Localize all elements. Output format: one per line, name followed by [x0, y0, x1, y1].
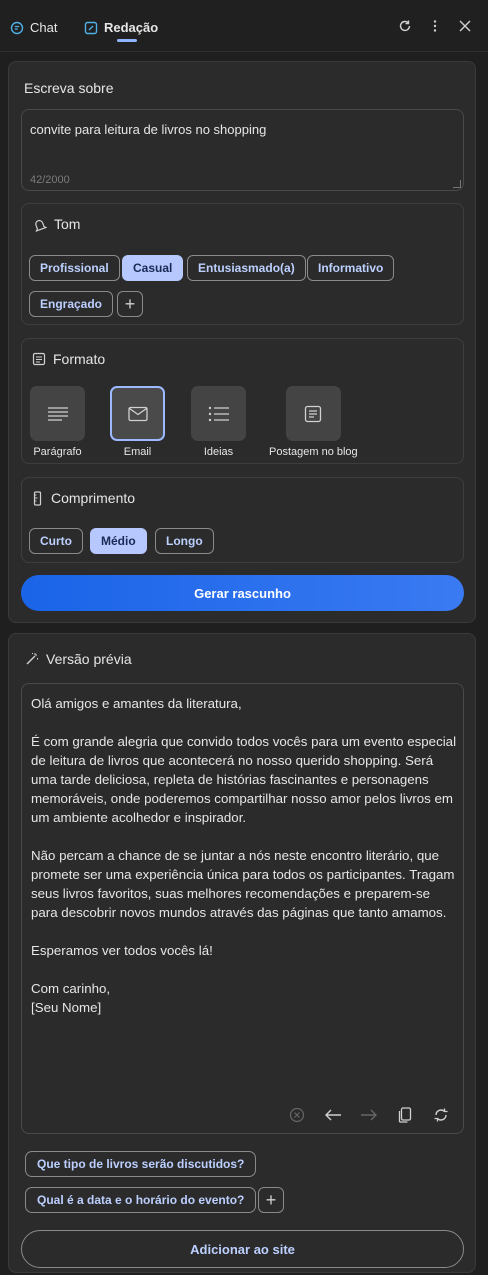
copy-icon [398, 1107, 412, 1123]
stop-button[interactable] [287, 1105, 307, 1125]
length-chip-medio[interactable]: Médio [90, 528, 147, 554]
topic-value: convite para leitura de livros no shoppi… [30, 122, 267, 137]
format-email[interactable]: Email [110, 386, 165, 458]
generate-draft-button[interactable]: Gerar rascunho [21, 575, 464, 611]
refresh-icon [399, 20, 411, 32]
close-button[interactable] [456, 17, 474, 35]
tone-chip-entusiasmado[interactable]: Entusiasmado(a) [187, 255, 306, 281]
format-section: Formato Parágrafo Email Ideias Postagem … [21, 338, 464, 464]
tab-redacao[interactable]: Redação [84, 20, 158, 35]
preview-paragraph: [Seu Nome] [31, 1000, 102, 1015]
preview-paragraph: Com carinho, [31, 981, 111, 996]
stop-circle-icon [289, 1107, 305, 1123]
arrow-right-icon [361, 1109, 377, 1121]
blog-post-icon [305, 405, 322, 422]
next-version-button[interactable] [359, 1105, 379, 1125]
previous-version-button[interactable] [323, 1105, 343, 1125]
tone-chip-profissional[interactable]: Profissional [29, 255, 120, 281]
length-section: Comprimento Curto Médio Longo [21, 477, 464, 563]
tab-chat-label: Chat [30, 20, 58, 35]
char-counter: 42/2000 [30, 174, 70, 186]
preview-content[interactable]: Olá amigos e amantes da literatura, É co… [21, 683, 464, 1134]
tab-chat[interactable]: Chat [10, 20, 57, 35]
copy-button[interactable] [395, 1105, 415, 1125]
envelope-icon [127, 406, 148, 421]
more-options-button[interactable] [426, 17, 444, 35]
compose-panel: Escreva sobre convite para leitura de li… [8, 61, 476, 623]
chat-icon [10, 21, 24, 34]
regenerate-button[interactable] [431, 1105, 451, 1125]
length-title: Comprimento [32, 490, 135, 506]
add-tone-button[interactable]: + [117, 291, 143, 317]
resize-handle[interactable] [453, 180, 461, 188]
arrow-left-icon [325, 1109, 341, 1121]
plus-icon: + [265, 1189, 277, 1210]
top-bar: Chat Redação [0, 0, 488, 52]
compose-label: Escreva sobre [24, 80, 114, 96]
bullet-list-icon [208, 406, 229, 421]
refresh-button[interactable] [396, 17, 414, 35]
magic-wand-icon [26, 653, 38, 665]
length-chip-curto[interactable]: Curto [29, 528, 83, 554]
bell-icon [35, 219, 47, 232]
compose-icon [84, 21, 98, 34]
close-icon [459, 20, 471, 32]
length-chip-longo[interactable]: Longo [155, 528, 214, 554]
format-title: Formato [32, 351, 105, 367]
preview-paragraph: Olá amigos e amantes da literatura, [31, 696, 242, 711]
preview-panel: Versão prévia Olá amigos e amantes da li… [8, 633, 476, 1273]
tone-chip-engracado[interactable]: Engraçado [29, 291, 114, 317]
preview-paragraph: É com grande alegria que convido todos v… [31, 734, 457, 825]
more-icon [433, 20, 437, 32]
preview-text: Olá amigos e amantes da literatura, É co… [31, 694, 459, 1017]
format-paragrafo[interactable]: Parágrafo [30, 386, 85, 458]
tone-title: Tom [32, 216, 80, 232]
active-tab-indicator [117, 39, 137, 42]
plus-icon: + [124, 293, 136, 314]
format-ideias[interactable]: Ideias [191, 386, 246, 458]
document-icon [32, 352, 46, 366]
ruler-icon [33, 490, 42, 506]
topic-textarea[interactable]: convite para leitura de livros no shoppi… [21, 109, 464, 191]
suggestion-chip[interactable]: Qual é a data e o horário do evento? [25, 1187, 257, 1213]
tone-section: Tom Profissional Casual Entusiasmado(a) … [21, 203, 464, 325]
suggestion-chip[interactable]: Que tipo de livros serão discutidos? [25, 1151, 257, 1177]
tone-chip-informativo[interactable]: Informativo [307, 255, 395, 281]
more-suggestions-button[interactable]: + [258, 1187, 284, 1213]
tab-redacao-label: Redação [104, 20, 159, 35]
preview-paragraph: Não percam a chance de se juntar a nós n… [31, 848, 455, 920]
tone-chip-casual[interactable]: Casual [122, 255, 184, 281]
preview-title: Versão prévia [25, 651, 132, 667]
add-to-site-button[interactable]: Adicionar ao site [21, 1230, 464, 1268]
regenerate-icon [434, 1108, 448, 1122]
paragraph-icon [47, 406, 68, 421]
preview-paragraph: Esperamos ver todos vocês lá! [31, 943, 213, 958]
format-postagem-blog[interactable]: Postagem no blog [269, 386, 358, 458]
